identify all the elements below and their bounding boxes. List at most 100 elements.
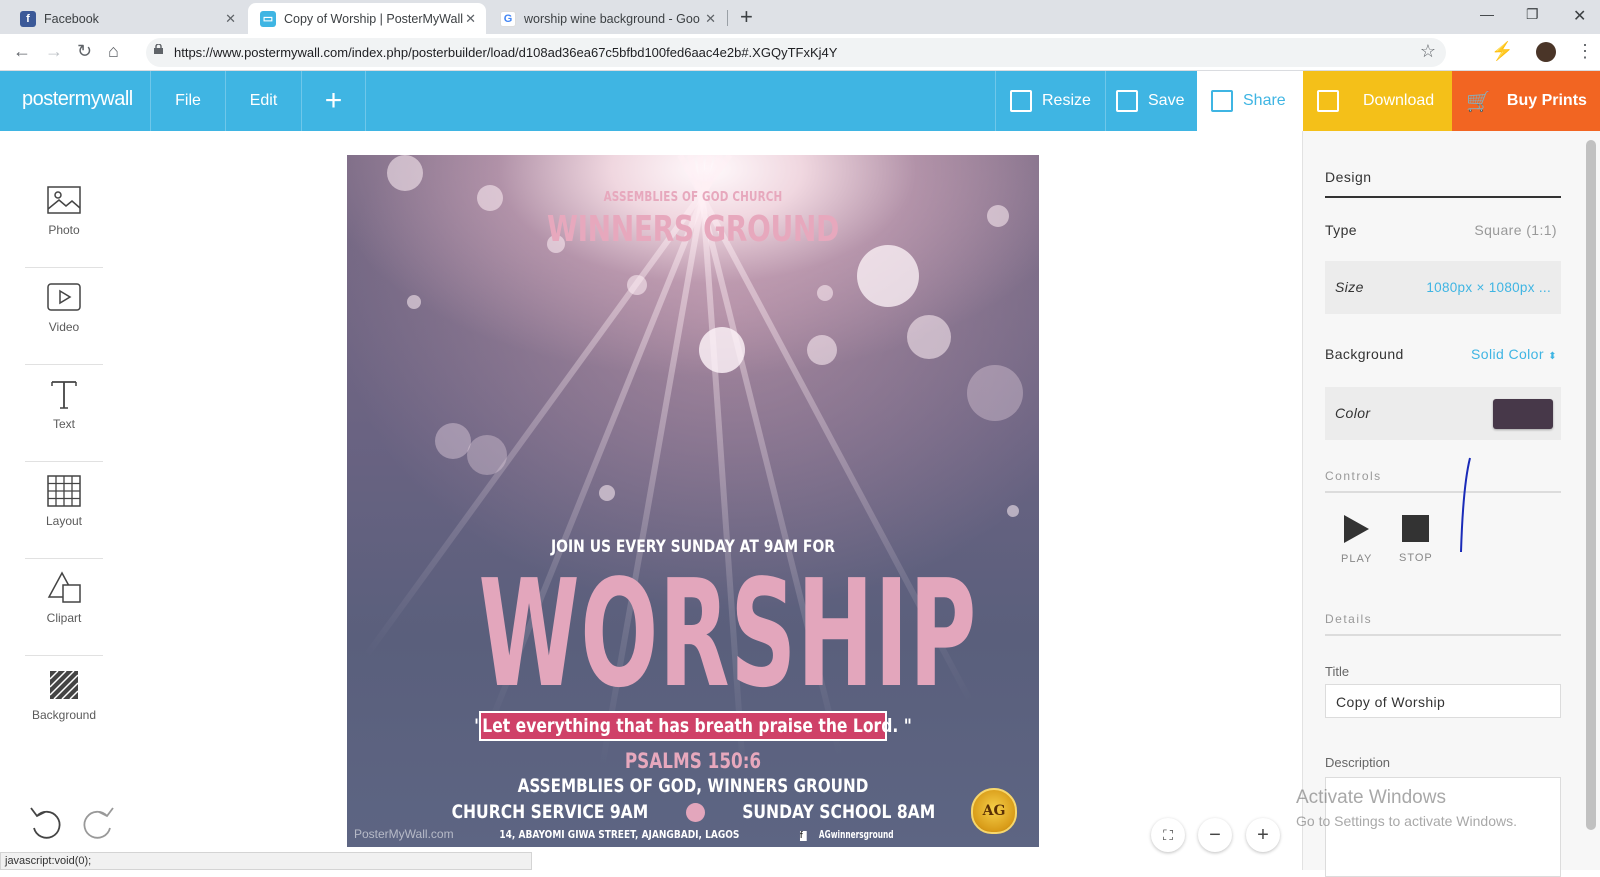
- close-window-icon[interactable]: ✕: [1573, 6, 1586, 26]
- section-divider: [1325, 491, 1561, 493]
- facebook-icon: f: [799, 831, 807, 841]
- play-label: PLAY: [1341, 553, 1373, 565]
- tool-background[interactable]: Background: [25, 656, 103, 753]
- tool-text[interactable]: Text: [25, 365, 103, 462]
- share-label: Share: [1243, 92, 1286, 109]
- color-swatch[interactable]: [1493, 399, 1553, 429]
- file-menu[interactable]: File: [150, 71, 226, 131]
- close-icon[interactable]: ✕: [225, 11, 236, 27]
- stop-control[interactable]: STOP: [1399, 515, 1433, 564]
- size-row[interactable]: Size 1080px × 1080px ...: [1325, 261, 1561, 314]
- save-label: Save: [1148, 92, 1185, 109]
- save-button[interactable]: Save: [1105, 71, 1197, 131]
- poster-title: WINNERS GROUND: [547, 209, 839, 250]
- text-icon: [51, 381, 77, 409]
- play-control[interactable]: PLAY: [1341, 515, 1372, 565]
- zoom-in-button[interactable]: +: [1246, 818, 1280, 852]
- download-button[interactable]: Download: [1303, 71, 1452, 131]
- size-value[interactable]: 1080px × 1080px ...: [1426, 280, 1551, 295]
- church-logo: AG: [971, 788, 1017, 834]
- bokeh-light: [467, 435, 507, 475]
- type-label: Type: [1325, 222, 1357, 238]
- bokeh-light: [699, 327, 745, 373]
- background-row: Background Solid Color ⬍: [1325, 346, 1561, 362]
- title-label: Title: [1325, 664, 1350, 679]
- color-row: Color: [1325, 387, 1561, 440]
- tab-title: Copy of Worship | PosterMyWall: [284, 11, 463, 26]
- tool-label: Video: [48, 320, 80, 334]
- bookmark-star-icon[interactable]: ☆: [1420, 41, 1436, 62]
- tool-clipart[interactable]: Clipart: [25, 559, 103, 656]
- share-button[interactable]: Share: [1197, 71, 1303, 131]
- poster-canvas[interactable]: ASSEMBLIES OF GOD CHURCH WINNERS GROUND …: [347, 155, 1039, 847]
- status-bar: javascript:void(0);: [0, 852, 532, 870]
- color-label: Color: [1335, 405, 1371, 421]
- tool-label: Layout: [45, 514, 83, 528]
- menu-dots-icon[interactable]: ⋮: [1576, 41, 1594, 62]
- type-row: Type Square (1:1): [1325, 222, 1561, 238]
- tab-title: Facebook: [44, 11, 99, 26]
- panel-scrollbar[interactable]: [1586, 140, 1596, 830]
- poster-facebook: f AGwinnersground: [799, 828, 901, 841]
- undo-redo: [28, 804, 116, 842]
- profile-avatar[interactable]: [1536, 42, 1556, 62]
- undo-icon[interactable]: [28, 804, 66, 842]
- tab-underline: [1325, 196, 1561, 198]
- tool-photo[interactable]: Photo: [25, 171, 103, 268]
- tool-label: Background: [31, 708, 97, 722]
- facebook-handle: AGwinnersground: [818, 828, 894, 841]
- tool-video[interactable]: Video: [25, 268, 103, 365]
- reload-icon[interactable]: ↻: [77, 41, 92, 62]
- extension-icon[interactable]: ⚡: [1491, 41, 1513, 62]
- zoom-out-button[interactable]: −: [1198, 818, 1232, 852]
- clipart-icon: [47, 571, 81, 603]
- edit-menu[interactable]: Edit: [226, 71, 302, 131]
- forward-icon[interactable]: →: [45, 41, 63, 62]
- tool-layout[interactable]: Layout: [25, 462, 103, 559]
- activate-subtitle: Go to Settings to activate Windows.: [1296, 813, 1517, 829]
- minimize-icon[interactable]: —: [1480, 6, 1494, 22]
- tab-facebook[interactable]: f Facebook ✕: [8, 3, 246, 34]
- home-icon[interactable]: ⌂: [108, 41, 119, 62]
- new-tab-button[interactable]: +: [740, 4, 753, 30]
- title-input[interactable]: Copy of Worship: [1325, 684, 1561, 718]
- fullscreen-icon: ⛶: [1163, 826, 1173, 843]
- tab-design[interactable]: Design: [1325, 169, 1372, 185]
- bokeh-light: [967, 365, 1023, 421]
- redo-icon[interactable]: [78, 804, 116, 842]
- save-icon: [1116, 90, 1138, 112]
- fullscreen-button[interactable]: ⛶: [1151, 818, 1185, 852]
- postermywall-icon: ▭: [260, 10, 276, 27]
- download-icon: [1317, 90, 1339, 112]
- close-icon[interactable]: ✕: [705, 11, 716, 27]
- bullet-dot: [685, 802, 705, 822]
- resize-button[interactable]: Resize: [995, 71, 1105, 131]
- tab-google[interactable]: G worship wine background - Goo ✕: [488, 3, 726, 34]
- bokeh-light: [599, 485, 615, 501]
- church-service-time: CHURCH SERVICE 9AM: [451, 801, 649, 823]
- sunday-school-time: SUNDAY SCHOOL 8AM: [741, 801, 935, 823]
- buy-prints-button[interactable]: 🛒 Buy Prints: [1452, 71, 1600, 131]
- close-icon[interactable]: ✕: [465, 11, 476, 27]
- restore-icon[interactable]: ❐: [1526, 6, 1539, 23]
- tab-postermywall[interactable]: ▭ Copy of Worship | PosterMyWall ✕: [248, 3, 486, 34]
- layout-icon: [47, 475, 81, 507]
- url-text: https://www.postermywall.com/index.php/p…: [174, 45, 838, 60]
- minus-icon: −: [1209, 823, 1221, 846]
- add-button[interactable]: +: [302, 71, 366, 131]
- background-select[interactable]: Solid Color ⬍: [1471, 346, 1557, 362]
- poster-quote: "Let everything that has breath praise t…: [474, 715, 912, 737]
- bokeh-light: [387, 155, 423, 191]
- poster-church-name: ASSEMBLIES OF GOD CHURCH: [603, 190, 783, 205]
- plus-icon: +: [1257, 823, 1269, 846]
- bokeh-light: [907, 315, 951, 359]
- app-top-nav: postermywall File Edit + Resize Save Sha…: [0, 71, 1600, 131]
- left-toolbar: Photo Video Text Layout Clipart Backgrou…: [25, 171, 103, 753]
- postermywall-logo[interactable]: postermywall: [22, 88, 133, 111]
- url-field[interactable]: https://www.postermywall.com/index.php/p…: [146, 38, 1446, 67]
- facebook-icon: f: [20, 10, 36, 27]
- back-icon[interactable]: ←: [13, 41, 31, 62]
- video-icon: [47, 283, 81, 311]
- design-panel: Design Type Square (1:1) Size 1080px × 1…: [1302, 131, 1600, 877]
- watermark: PosterMyWall.com: [354, 827, 454, 841]
